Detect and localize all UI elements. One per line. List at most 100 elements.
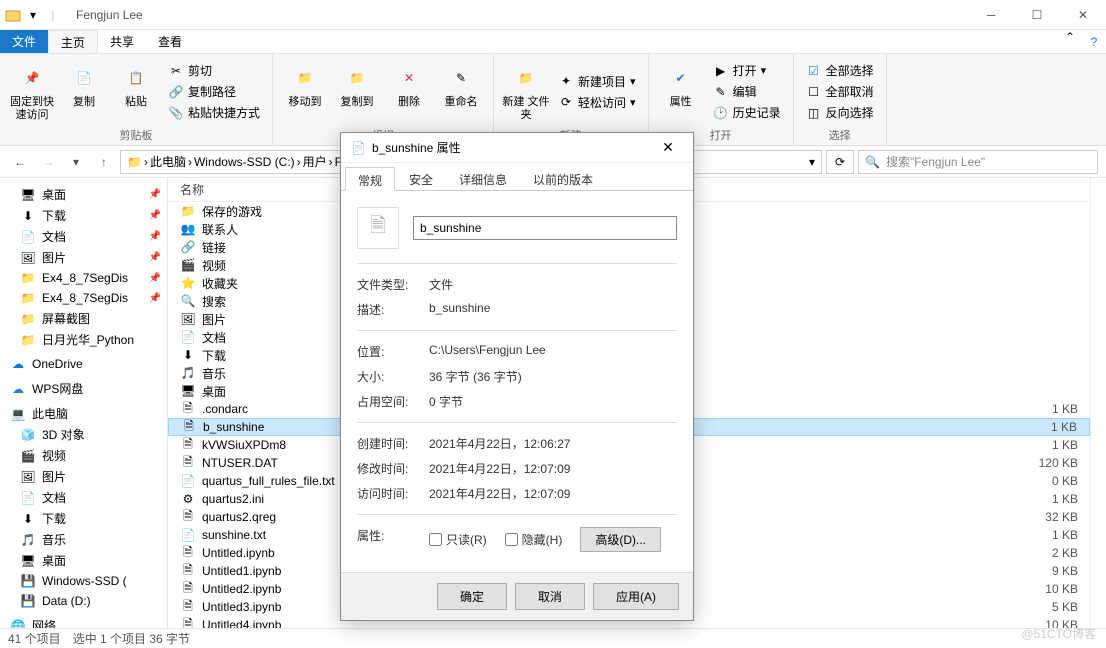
pin-icon: 📌	[149, 189, 161, 200]
help-icon[interactable]: ?	[1082, 30, 1106, 53]
sidebar-item[interactable]: 📁Ex4_8_7SegDis📌	[0, 268, 167, 288]
file-size: 9 KB	[1018, 564, 1078, 578]
file-size: 120 KB	[1018, 456, 1078, 470]
watermark: @51CTO博客	[1021, 625, 1096, 642]
history-button[interactable]: 🕑历史记录	[709, 103, 785, 122]
newitem-button[interactable]: ✦新建项目 ▾	[554, 72, 640, 91]
filename-input[interactable]	[413, 216, 677, 240]
file-size: 1 KB	[1018, 528, 1078, 542]
readonly-checkbox[interactable]: 只读(R)	[429, 531, 487, 548]
scrollbar[interactable]	[1090, 178, 1106, 628]
sidebar-thispc[interactable]: 💻此电脑	[0, 403, 167, 424]
drive-icon: 🧊	[20, 427, 36, 443]
hidden-checkbox[interactable]: 隐藏(H)	[505, 531, 563, 548]
sidebar-item[interactable]: 📁屏幕截图	[0, 308, 167, 329]
qat-down-icon[interactable]: ▾	[24, 6, 42, 24]
sidebar-item[interactable]: 🖼图片	[0, 466, 167, 487]
sidebar-item-label: 桌面	[42, 186, 66, 203]
folder-icon: 📁	[127, 155, 142, 169]
drive-icon: 💾	[20, 573, 36, 589]
maximize-button[interactable]: ☐	[1014, 0, 1060, 30]
folder-icon: 📁	[20, 290, 36, 306]
sidebar-item[interactable]: 🧊3D 对象	[0, 424, 167, 445]
paste-button[interactable]: 📋粘贴	[112, 58, 160, 125]
tab-home[interactable]: 主页	[48, 30, 98, 53]
group-select-label: 选择	[802, 125, 878, 143]
pin-icon: 📌	[149, 231, 161, 242]
file-icon: 🗎	[181, 419, 197, 435]
sidebar-item[interactable]: 💾Windows-SSD (	[0, 571, 167, 591]
newfolder-button[interactable]: 📁新建 文件夹	[502, 58, 550, 125]
dialog-close-button[interactable]: ✕	[653, 139, 683, 156]
sidebar-item[interactable]: 📄文档	[0, 487, 167, 508]
txt-icon: 📄	[180, 527, 196, 543]
edit-button[interactable]: ✎编辑	[709, 82, 785, 101]
breadcrumb-item[interactable]: 用户	[303, 153, 327, 170]
dialog-tab-previous[interactable]: 以前的版本	[521, 167, 605, 190]
selectall-button[interactable]: ☑全部选择	[802, 61, 878, 80]
sidebar-item[interactable]: 🖥桌面	[0, 550, 167, 571]
open-button[interactable]: ▶打开 ▾	[709, 61, 785, 80]
nav-back-button[interactable]: ←	[8, 150, 32, 174]
titlebar: ▾ | Fengjun Lee ─ ☐ ✕	[0, 0, 1106, 30]
pin-icon: 📌	[149, 252, 161, 263]
nav-history-button[interactable]: ▾	[64, 150, 88, 174]
copypath-button[interactable]: 🔗复制路径	[164, 82, 264, 101]
sidebar-item[interactable]: 📁日月光华_Python	[0, 329, 167, 350]
sidebar-item[interactable]: 📄 文档 📌	[0, 226, 167, 247]
sidebar-network[interactable]: 🌐网络	[0, 615, 167, 628]
rename-button[interactable]: ✎重命名	[437, 58, 485, 125]
cancel-button[interactable]: 取消	[515, 583, 585, 610]
apply-button[interactable]: 应用(A)	[593, 583, 679, 610]
file-size: 5 KB	[1018, 600, 1078, 614]
nav-up-button[interactable]: ↑	[92, 150, 116, 174]
sidebar-item[interactable]: 🎬视频	[0, 445, 167, 466]
sidebar-item-label: Ex4_8_7SegDis	[42, 291, 128, 305]
moveto-button[interactable]: 📁移动到	[281, 58, 329, 125]
sidebar-item-label: 文档	[42, 228, 66, 245]
dialog-tab-details[interactable]: 详细信息	[447, 167, 519, 190]
ribbon-expand-icon[interactable]: ⌃	[1058, 30, 1082, 53]
copy-button[interactable]: 📄复制	[60, 58, 108, 125]
selectnone-button[interactable]: ☐全部取消	[802, 82, 878, 101]
easyaccess-button[interactable]: ⟳轻松访问 ▾	[554, 93, 640, 112]
file-icon: 🗎	[180, 563, 196, 579]
breadcrumb-item[interactable]: 此电脑	[150, 153, 186, 170]
sidebar-item[interactable]: 🖼图片📌	[0, 247, 167, 268]
sidebar-item[interactable]: 💾Data (D:)	[0, 591, 167, 611]
copyto-button[interactable]: 📁复制到	[333, 58, 381, 125]
properties-button[interactable]: ✔属性	[657, 58, 705, 125]
dialog-tab-general[interactable]: 常规	[345, 167, 395, 191]
sidebar-item[interactable]: ⬇下载	[0, 508, 167, 529]
sidebar-item[interactable]: 🖥桌面📌	[0, 184, 167, 205]
doc-icon: 📄	[20, 229, 36, 245]
tab-view[interactable]: 查看	[146, 30, 194, 53]
sidebar-item[interactable]: 🎵音乐	[0, 529, 167, 550]
close-button[interactable]: ✕	[1060, 0, 1106, 30]
desktop-icon: 🖥	[180, 383, 196, 399]
sidebar-item[interactable]: ⬇下载📌	[0, 205, 167, 226]
refresh-button[interactable]: ⟳	[826, 150, 854, 174]
file-size: 32 KB	[1018, 510, 1078, 524]
pin-quickaccess-button[interactable]: 📌固定到快 速访问	[8, 58, 56, 125]
search-input[interactable]: 🔍 搜索"Fengjun Lee"	[858, 150, 1098, 174]
advanced-button[interactable]: 高级(D)...	[580, 527, 661, 552]
sidebar-item-wps[interactable]: ☁WPS网盘	[0, 378, 167, 399]
nav-forward-button[interactable]: →	[36, 150, 60, 174]
status-bar: 41 个项目 选中 1 个项目 36 字节	[0, 628, 1106, 648]
minimize-button[interactable]: ─	[968, 0, 1014, 30]
pasteshortcut-button[interactable]: 📎粘贴快捷方式	[164, 103, 264, 122]
breadcrumb-item[interactable]: Windows-SSD (C:)	[194, 155, 295, 169]
tab-share[interactable]: 共享	[98, 30, 146, 53]
dialog-tab-security[interactable]: 安全	[397, 167, 445, 190]
star-icon: ⭐	[180, 275, 196, 291]
cut-button[interactable]: ✂剪切	[164, 61, 264, 80]
sidebar-item[interactable]: 📁Ex4_8_7SegDis📌	[0, 288, 167, 308]
ok-button[interactable]: 确定	[437, 583, 507, 610]
search-icon: 🔍	[865, 155, 880, 169]
file-size: 1 KB	[1018, 492, 1078, 506]
selectinvert-button[interactable]: ◫反向选择	[802, 103, 878, 122]
sidebar-item-onedrive[interactable]: ☁OneDrive	[0, 354, 167, 374]
tab-file[interactable]: 文件	[0, 30, 48, 53]
delete-button[interactable]: ✕删除	[385, 58, 433, 125]
